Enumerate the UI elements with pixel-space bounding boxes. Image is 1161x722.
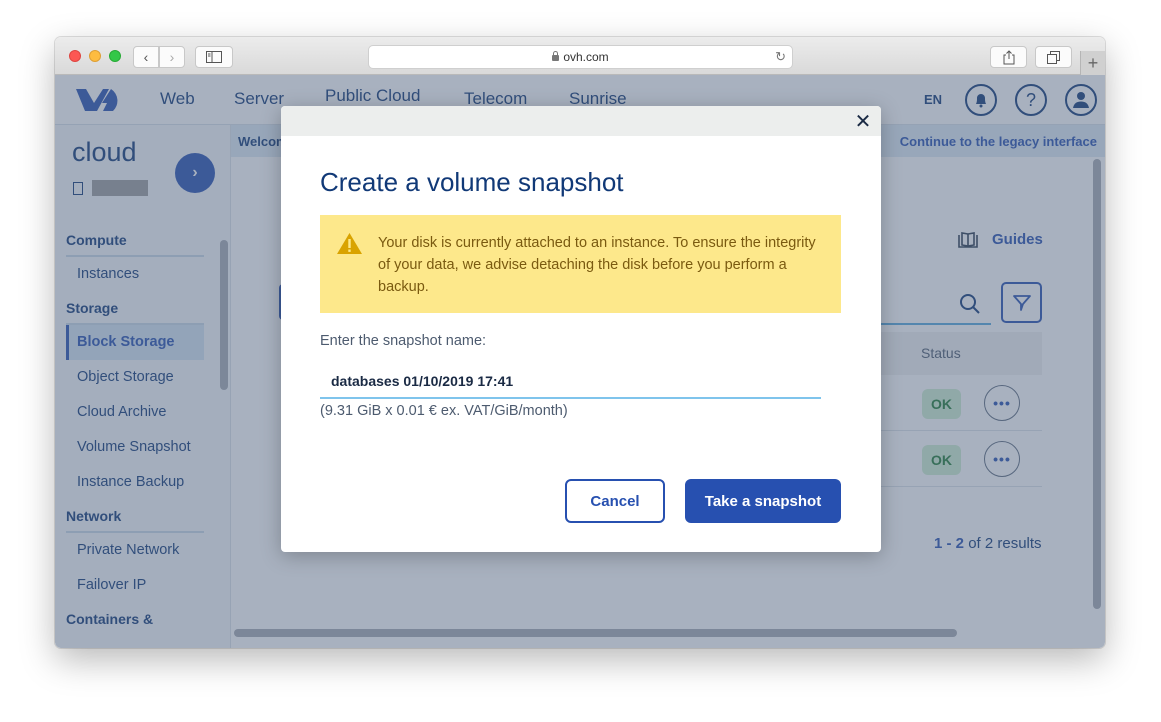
minimize-window-button[interactable] [89,50,101,62]
cancel-button[interactable]: Cancel [565,479,665,523]
share-button[interactable] [990,46,1027,68]
tab-overview-button[interactable] [1035,46,1072,68]
dialog-header: ✕ [281,106,881,136]
dialog-title: Create a volume snapshot [320,167,624,197]
close-icon: ✕ [854,110,872,133]
snapshot-name-label: Enter the snapshot name: [320,333,487,349]
chevron-left-icon: ‹ [143,49,149,65]
snapshot-name-input[interactable] [320,365,821,399]
zoom-window-button[interactable] [109,50,121,62]
chevron-right-icon: › [169,49,175,65]
close-window-button[interactable] [69,50,81,62]
forward-button[interactable]: › [159,46,185,68]
share-icon [1003,49,1014,64]
create-snapshot-dialog: ✕ Create a volume snapshot Your disk is … [281,106,881,552]
warning-text: Your disk is currently attached to an in… [378,235,816,295]
sidebar-icon [206,51,222,63]
reload-icon[interactable]: ↻ [775,49,786,65]
warning-icon [337,233,362,254]
address-bar[interactable]: ovh.com ↻ [368,45,793,69]
close-dialog-button[interactable]: ✕ [853,109,873,133]
warning-message: Your disk is currently attached to an in… [320,215,841,313]
plus-icon: + [1087,52,1099,73]
browser-toolbar: ‹ › ovh.com ↻ + [55,37,1105,75]
url-text: ovh.com [563,50,609,64]
new-tab-button[interactable]: + [1080,51,1105,75]
browser-window: ‹ › ovh.com ↻ + Web Server Public Cloud … [55,37,1105,648]
tabs-icon [1047,50,1060,64]
lock-icon [552,51,560,61]
take-snapshot-button[interactable]: Take a snapshot [685,479,841,523]
price-note: (9.31 GiB x 0.01 € ex. VAT/GiB/month) [320,403,568,419]
sidebar-toggle-button[interactable] [195,46,233,68]
back-button[interactable]: ‹ [133,46,159,68]
